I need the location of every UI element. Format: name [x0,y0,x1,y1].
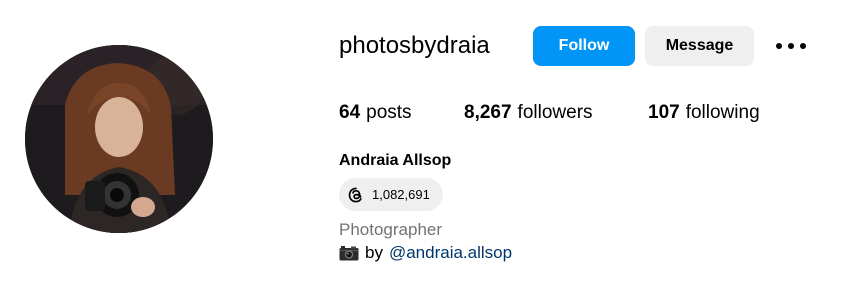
posts-label: posts [366,102,412,123]
dot [800,43,806,49]
bio-mention-link[interactable]: @andraia.allsop [389,243,512,263]
threads-icon [348,187,362,202]
following-count: 107 [648,102,680,123]
followers-stat[interactable]: 8,267 followers [464,102,648,124]
dot [776,43,782,49]
follow-button[interactable]: Follow [533,26,635,66]
profile-full-name: Andraia Allsop [339,152,452,169]
message-button[interactable]: Message [645,26,754,66]
bio-prefix: by [365,243,383,262]
threads-count: 1,082,691 [372,187,430,202]
posts-stat: 64 posts [339,102,464,124]
threads-badge[interactable]: 1,082,691 [339,178,443,211]
bio-line: by @andraia.allsop [339,243,512,263]
more-options-icon[interactable] [776,34,806,58]
profile-username: photosbydraia [339,32,490,59]
followers-count: 8,267 [464,102,512,123]
followers-label: followers [517,102,593,123]
camera-icon [339,246,359,261]
profile-stats: 64 posts 8,267 followers 107 following [339,102,760,124]
following-label: following [685,102,760,123]
profile-category: Photographer [339,220,443,239]
avatar-image [25,45,213,233]
following-stat[interactable]: 107 following [648,102,760,124]
profile-avatar[interactable] [25,45,213,233]
dot [788,43,794,49]
posts-count: 64 [339,102,361,123]
